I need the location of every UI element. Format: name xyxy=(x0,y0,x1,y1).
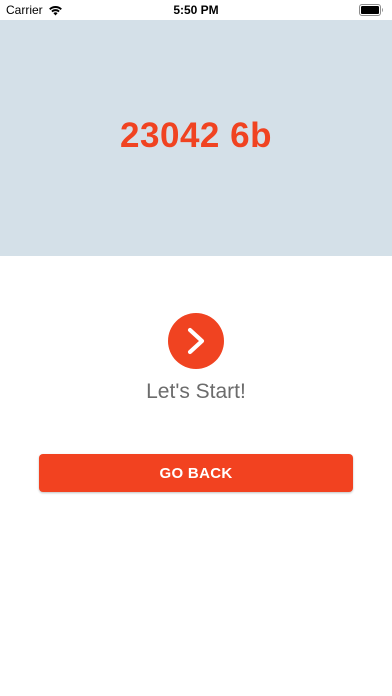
start-label: Let's Start! xyxy=(146,380,246,403)
battery-icon xyxy=(359,4,384,16)
start-button[interactable] xyxy=(168,313,224,369)
chevron-right-icon xyxy=(187,327,205,355)
code-banner: 23042 6b xyxy=(0,20,392,256)
code-value: 23042 6b xyxy=(120,116,272,155)
status-bar: Carrier 5:50 PM xyxy=(0,0,392,20)
app-screen: Carrier 5:50 PM 23042 6b Let's Start! GO… xyxy=(0,0,392,696)
status-time: 5:50 PM xyxy=(173,3,219,17)
go-back-button[interactable]: GO BACK xyxy=(39,454,353,492)
